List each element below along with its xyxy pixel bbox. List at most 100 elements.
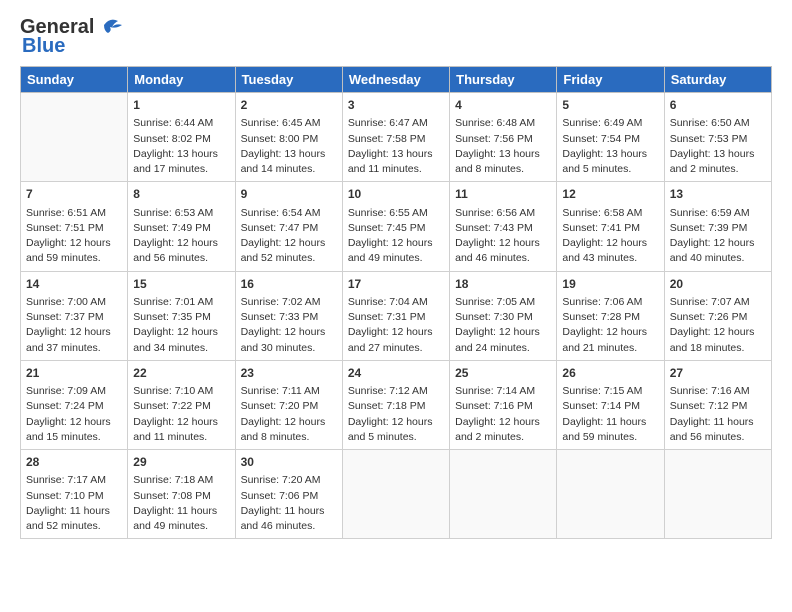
cell-content: 16Sunrise: 7:02 AMSunset: 7:33 PMDayligh… (241, 276, 337, 356)
daylight-text: Daylight: 12 hours and 52 minutes. (241, 236, 337, 266)
cell-content: 25Sunrise: 7:14 AMSunset: 7:16 PMDayligh… (455, 365, 551, 445)
sunrise-text: Sunrise: 7:02 AM (241, 295, 337, 310)
day-header-wednesday: Wednesday (342, 67, 449, 93)
cell-content: 6Sunrise: 6:50 AMSunset: 7:53 PMDaylight… (670, 97, 766, 177)
day-number: 10 (348, 186, 444, 203)
day-number: 22 (133, 365, 229, 382)
week-row-5: 28Sunrise: 7:17 AMSunset: 7:10 PMDayligh… (21, 450, 772, 539)
cell-content: 5Sunrise: 6:49 AMSunset: 7:54 PMDaylight… (562, 97, 658, 177)
sunset-text: Sunset: 7:35 PM (133, 310, 229, 325)
week-row-1: 1Sunrise: 6:44 AMSunset: 8:02 PMDaylight… (21, 93, 772, 182)
day-number: 28 (26, 454, 122, 471)
sunset-text: Sunset: 7:37 PM (26, 310, 122, 325)
calendar-cell: 28Sunrise: 7:17 AMSunset: 7:10 PMDayligh… (21, 450, 128, 539)
sunset-text: Sunset: 7:08 PM (133, 489, 229, 504)
sunrise-text: Sunrise: 7:11 AM (241, 384, 337, 399)
days-header-row: SundayMondayTuesdayWednesdayThursdayFrid… (21, 67, 772, 93)
daylight-text: Daylight: 12 hours and 27 minutes. (348, 325, 444, 355)
sunrise-text: Sunrise: 6:54 AM (241, 206, 337, 221)
daylight-text: Daylight: 12 hours and 2 minutes. (455, 415, 551, 445)
calendar-cell: 10Sunrise: 6:55 AMSunset: 7:45 PMDayligh… (342, 182, 449, 271)
sunrise-text: Sunrise: 7:14 AM (455, 384, 551, 399)
sunset-text: Sunset: 7:28 PM (562, 310, 658, 325)
calendar-cell: 13Sunrise: 6:59 AMSunset: 7:39 PMDayligh… (664, 182, 771, 271)
calendar-cell: 6Sunrise: 6:50 AMSunset: 7:53 PMDaylight… (664, 93, 771, 182)
cell-content: 20Sunrise: 7:07 AMSunset: 7:26 PMDayligh… (670, 276, 766, 356)
cell-content: 26Sunrise: 7:15 AMSunset: 7:14 PMDayligh… (562, 365, 658, 445)
calendar-cell: 8Sunrise: 6:53 AMSunset: 7:49 PMDaylight… (128, 182, 235, 271)
sunrise-text: Sunrise: 6:45 AM (241, 116, 337, 131)
daylight-text: Daylight: 13 hours and 2 minutes. (670, 147, 766, 177)
sunset-text: Sunset: 7:41 PM (562, 221, 658, 236)
daylight-text: Daylight: 12 hours and 40 minutes. (670, 236, 766, 266)
daylight-text: Daylight: 13 hours and 5 minutes. (562, 147, 658, 177)
calendar-cell: 17Sunrise: 7:04 AMSunset: 7:31 PMDayligh… (342, 271, 449, 360)
daylight-text: Daylight: 12 hours and 30 minutes. (241, 325, 337, 355)
week-row-4: 21Sunrise: 7:09 AMSunset: 7:24 PMDayligh… (21, 360, 772, 449)
daylight-text: Daylight: 11 hours and 59 minutes. (562, 415, 658, 445)
daylight-text: Daylight: 12 hours and 59 minutes. (26, 236, 122, 266)
sunrise-text: Sunrise: 7:12 AM (348, 384, 444, 399)
cell-content: 13Sunrise: 6:59 AMSunset: 7:39 PMDayligh… (670, 186, 766, 266)
sunset-text: Sunset: 7:51 PM (26, 221, 122, 236)
sunrise-text: Sunrise: 6:49 AM (562, 116, 658, 131)
calendar-cell (664, 450, 771, 539)
daylight-text: Daylight: 12 hours and 18 minutes. (670, 325, 766, 355)
sunrise-text: Sunrise: 7:17 AM (26, 473, 122, 488)
day-number: 24 (348, 365, 444, 382)
cell-content: 8Sunrise: 6:53 AMSunset: 7:49 PMDaylight… (133, 186, 229, 266)
daylight-text: Daylight: 12 hours and 46 minutes. (455, 236, 551, 266)
sunrise-text: Sunrise: 6:58 AM (562, 206, 658, 221)
cell-content: 17Sunrise: 7:04 AMSunset: 7:31 PMDayligh… (348, 276, 444, 356)
sunset-text: Sunset: 7:14 PM (562, 399, 658, 414)
sunrise-text: Sunrise: 7:20 AM (241, 473, 337, 488)
day-number: 7 (26, 186, 122, 203)
calendar-cell: 11Sunrise: 6:56 AMSunset: 7:43 PMDayligh… (450, 182, 557, 271)
day-number: 29 (133, 454, 229, 471)
sunset-text: Sunset: 7:16 PM (455, 399, 551, 414)
day-number: 27 (670, 365, 766, 382)
calendar-cell: 23Sunrise: 7:11 AMSunset: 7:20 PMDayligh… (235, 360, 342, 449)
sunrise-text: Sunrise: 7:16 AM (670, 384, 766, 399)
daylight-text: Daylight: 12 hours and 49 minutes. (348, 236, 444, 266)
daylight-text: Daylight: 12 hours and 56 minutes. (133, 236, 229, 266)
calendar-cell: 24Sunrise: 7:12 AMSunset: 7:18 PMDayligh… (342, 360, 449, 449)
daylight-text: Daylight: 12 hours and 11 minutes. (133, 415, 229, 445)
sunset-text: Sunset: 7:58 PM (348, 132, 444, 147)
day-number: 26 (562, 365, 658, 382)
calendar-cell: 30Sunrise: 7:20 AMSunset: 7:06 PMDayligh… (235, 450, 342, 539)
sunset-text: Sunset: 7:31 PM (348, 310, 444, 325)
daylight-text: Daylight: 13 hours and 14 minutes. (241, 147, 337, 177)
sunset-text: Sunset: 7:43 PM (455, 221, 551, 236)
day-number: 2 (241, 97, 337, 114)
day-header-monday: Monday (128, 67, 235, 93)
day-number: 11 (455, 186, 551, 203)
day-number: 9 (241, 186, 337, 203)
calendar-cell: 3Sunrise: 6:47 AMSunset: 7:58 PMDaylight… (342, 93, 449, 182)
sunrise-text: Sunrise: 7:18 AM (133, 473, 229, 488)
calendar-cell (342, 450, 449, 539)
week-row-2: 7Sunrise: 6:51 AMSunset: 7:51 PMDaylight… (21, 182, 772, 271)
sunset-text: Sunset: 7:45 PM (348, 221, 444, 236)
day-number: 8 (133, 186, 229, 203)
calendar-cell: 9Sunrise: 6:54 AMSunset: 7:47 PMDaylight… (235, 182, 342, 271)
calendar-cell: 7Sunrise: 6:51 AMSunset: 7:51 PMDaylight… (21, 182, 128, 271)
cell-content: 18Sunrise: 7:05 AMSunset: 7:30 PMDayligh… (455, 276, 551, 356)
calendar-cell (21, 93, 128, 182)
sunrise-text: Sunrise: 6:59 AM (670, 206, 766, 221)
daylight-text: Daylight: 13 hours and 11 minutes. (348, 147, 444, 177)
day-number: 20 (670, 276, 766, 293)
calendar-cell: 20Sunrise: 7:07 AMSunset: 7:26 PMDayligh… (664, 271, 771, 360)
sunset-text: Sunset: 7:56 PM (455, 132, 551, 147)
calendar-cell: 26Sunrise: 7:15 AMSunset: 7:14 PMDayligh… (557, 360, 664, 449)
cell-content: 29Sunrise: 7:18 AMSunset: 7:08 PMDayligh… (133, 454, 229, 534)
cell-content: 14Sunrise: 7:00 AMSunset: 7:37 PMDayligh… (26, 276, 122, 356)
calendar-cell: 5Sunrise: 6:49 AMSunset: 7:54 PMDaylight… (557, 93, 664, 182)
sunset-text: Sunset: 7:24 PM (26, 399, 122, 414)
daylight-text: Daylight: 12 hours and 37 minutes. (26, 325, 122, 355)
logo: General Blue (20, 16, 124, 58)
cell-content: 22Sunrise: 7:10 AMSunset: 7:22 PMDayligh… (133, 365, 229, 445)
daylight-text: Daylight: 12 hours and 21 minutes. (562, 325, 658, 355)
sunset-text: Sunset: 7:22 PM (133, 399, 229, 414)
cell-content: 30Sunrise: 7:20 AMSunset: 7:06 PMDayligh… (241, 454, 337, 534)
